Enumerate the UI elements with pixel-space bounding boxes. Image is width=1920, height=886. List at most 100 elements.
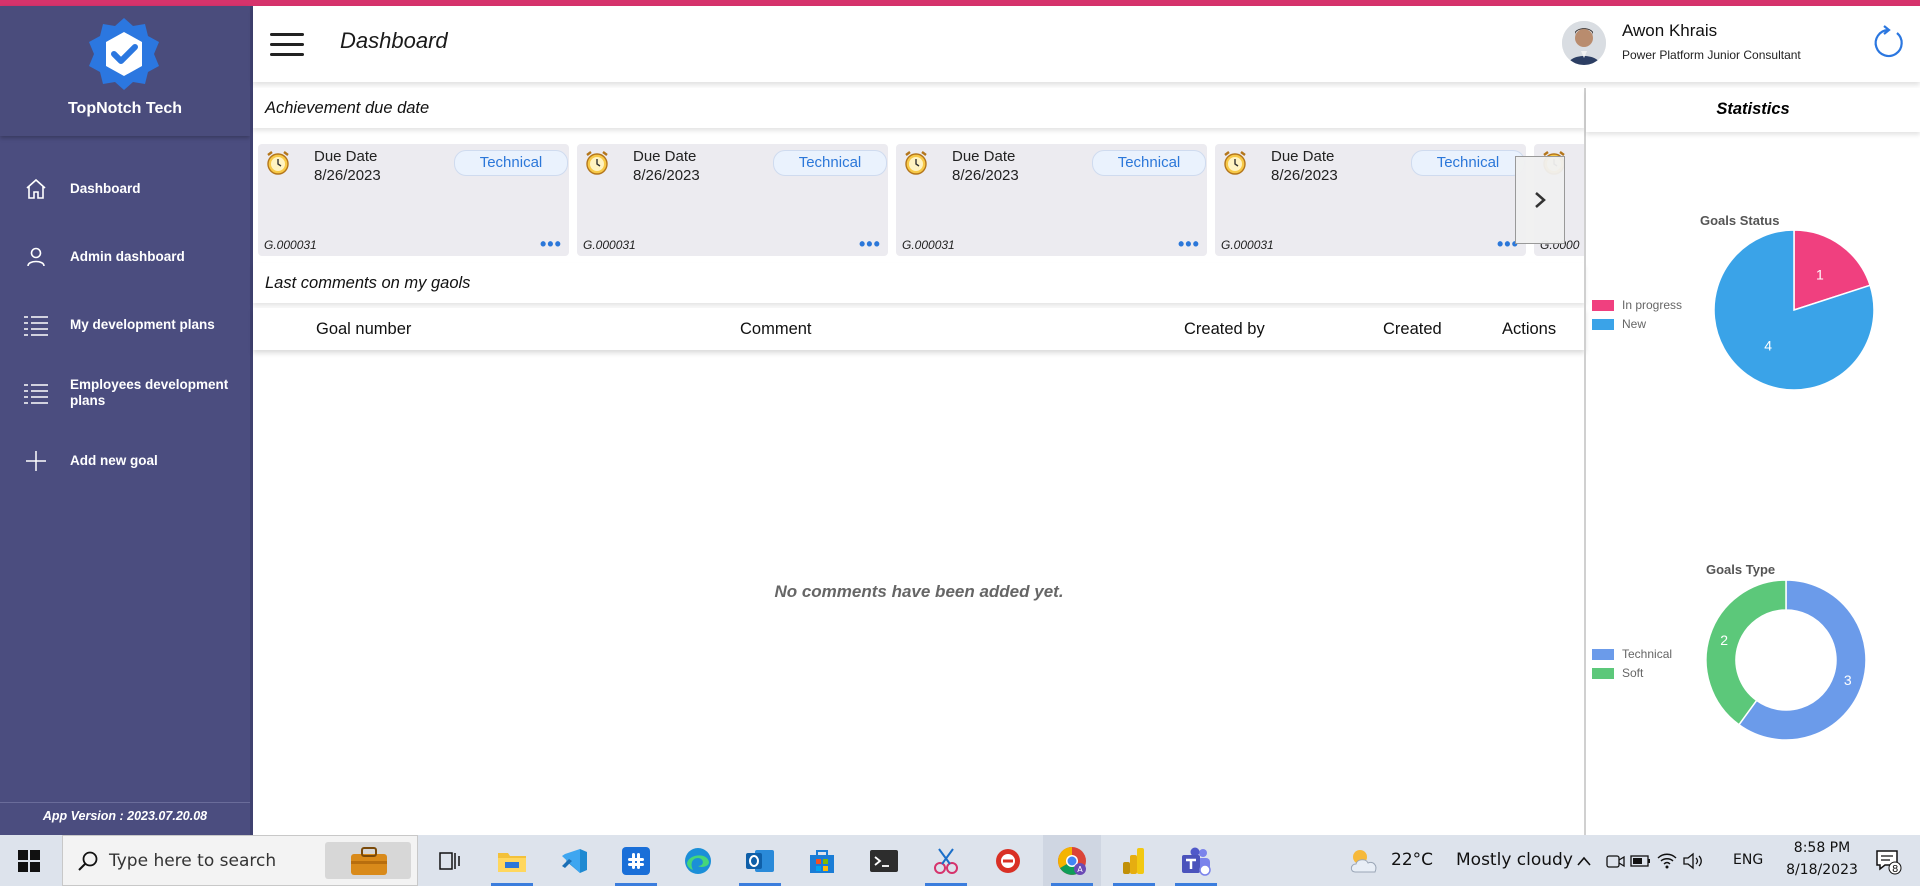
slack-icon[interactable] <box>619 844 653 878</box>
goal-code: G.000031 <box>264 238 317 252</box>
goal-type-badge: Technical <box>1411 150 1525 176</box>
goal-code: G.000031 <box>1221 238 1274 252</box>
legend-swatch <box>1592 648 1614 660</box>
due-date-label: Due Date <box>314 148 378 165</box>
app-logo-icon <box>89 18 159 90</box>
achievement-card[interactable]: Due Date 8/26/2023 Technical G.000031 ••… <box>258 144 569 256</box>
legend-label: In progress <box>1622 298 1683 312</box>
notification-center-icon[interactable]: 8 <box>1871 844 1905 878</box>
app-version: App Version : 2023.07.20.08 <box>0 802 250 836</box>
header: Dashboard Awon Khrais Power Platform Jun… <box>253 6 1920 82</box>
achievement-cards: Due Date 8/26/2023 Technical G.000031 ••… <box>253 140 1585 262</box>
refresh-icon[interactable] <box>1867 24 1905 62</box>
wifi-icon[interactable] <box>1655 844 1679 878</box>
legend-technical: Technical <box>1592 647 1672 661</box>
clock-time[interactable]: 8:58 PM <box>1784 840 1860 856</box>
due-date-value: 8/26/2023 <box>1271 167 1338 184</box>
file-explorer-icon[interactable] <box>495 844 529 878</box>
sidebar-item-add-new-goal[interactable]: Add new goal <box>0 440 250 482</box>
achievement-card[interactable]: Due Date 8/26/2023 Technical G.000031 ••… <box>896 144 1207 256</box>
chart-title-goals-type: Goals Type <box>1706 562 1776 577</box>
more-options-icon[interactable]: ••• <box>859 234 881 255</box>
due-date-value: 8/26/2023 <box>952 167 1019 184</box>
teams-icon[interactable] <box>1179 844 1213 878</box>
app-icon[interactable] <box>991 844 1025 878</box>
sidebar-item-label: Add new goal <box>70 453 158 468</box>
clock-date[interactable]: 8/18/2023 <box>1778 862 1866 878</box>
legend-label: Technical <box>1622 647 1673 661</box>
comments-section-title: Last comments on my gaols <box>253 263 1585 303</box>
notification-count: 8 <box>1892 864 1899 875</box>
due-date-label: Due Date <box>1271 148 1335 165</box>
sidebar-item-admin-dashboard[interactable]: Admin dashboard <box>0 236 250 278</box>
camera-icon[interactable] <box>1603 844 1627 878</box>
achievement-card[interactable]: Due Date 8/26/2023 Technical G.000031 ••… <box>577 144 888 256</box>
svg-text:A: A <box>1077 865 1083 874</box>
briefcase-icon <box>351 847 387 875</box>
legend-label: New <box>1622 317 1647 331</box>
sidebar-item-label: Employees development plans <box>70 377 229 408</box>
weather-cloudy-icon[interactable] <box>1347 844 1381 878</box>
sidebar-item-employees-development-plans[interactable]: Employees development plans <box>0 372 250 414</box>
goal-code: G.000031 <box>583 238 636 252</box>
input-language[interactable]: ENG <box>1733 852 1763 868</box>
column-header-created[interactable]: Created <box>1383 320 1442 339</box>
vscode-icon[interactable] <box>557 844 591 878</box>
home-icon <box>22 175 50 203</box>
volume-icon[interactable] <box>1681 844 1705 878</box>
snipping-tool-icon[interactable] <box>929 844 963 878</box>
terminal-icon[interactable] <box>867 844 901 878</box>
comments-table-header: Goal number Comment Created by Created A… <box>253 308 1585 350</box>
due-date-label: Due Date <box>633 148 697 165</box>
pie-slice-value-label: 2 <box>1720 632 1728 648</box>
list-icon <box>22 311 50 339</box>
statistics-title-text: Statistics <box>1716 100 1790 118</box>
hamburger-menu-icon[interactable] <box>270 33 304 57</box>
column-header-created-by[interactable]: Created by <box>1184 320 1265 339</box>
sidebar-item-label: Dashboard <box>70 181 141 196</box>
search-highlight <box>325 842 411 879</box>
achievements-section-title: Achievement due date <box>253 88 1585 128</box>
chrome-icon[interactable]: A <box>1055 844 1089 878</box>
goal-type-badge: Technical <box>1092 150 1206 176</box>
legend-swatch <box>1592 318 1614 330</box>
task-view-icon[interactable] <box>433 844 467 878</box>
battery-icon[interactable] <box>1629 844 1653 878</box>
outlook-icon[interactable] <box>743 844 777 878</box>
alarm-clock-icon <box>586 151 608 175</box>
app-name: TopNotch Tech <box>67 100 183 117</box>
sidebar-divider <box>250 6 253 835</box>
legend-swatch <box>1592 299 1614 311</box>
weather-temperature[interactable]: 22°C <box>1391 850 1433 870</box>
microsoft-store-icon[interactable] <box>805 844 839 878</box>
taskbar-search-box[interactable]: Type here to search <box>62 835 418 886</box>
goal-code: G.000031 <box>902 238 955 252</box>
more-options-icon[interactable]: ••• <box>540 234 562 255</box>
legend-soft: Soft <box>1592 666 1643 680</box>
edge-browser-icon[interactable] <box>681 844 715 878</box>
weather-condition[interactable]: Mostly cloudy <box>1456 850 1573 870</box>
list-icon <box>22 379 50 407</box>
due-date-value: 8/26/2023 <box>314 167 381 184</box>
column-header-comment[interactable]: Comment <box>740 320 812 339</box>
goal-type-badge: Technical <box>773 150 887 176</box>
achievement-card[interactable]: Due Date 8/26/2023 Technical G.000031 ••… <box>1215 144 1526 256</box>
more-options-icon[interactable]: ••• <box>1178 234 1200 255</box>
column-header-goal-number[interactable]: Goal number <box>316 320 411 339</box>
alarm-clock-icon <box>1224 151 1246 175</box>
statistics-divider <box>1584 88 1586 835</box>
chevron-up-icon[interactable] <box>1572 844 1596 878</box>
goals-type-donut-chart: 32 <box>1705 579 1867 741</box>
pie-slice-soft[interactable] <box>1705 579 1787 726</box>
alarm-clock-icon <box>905 151 927 175</box>
sidebar-item-my-development-plans[interactable]: My development plans <box>0 304 250 346</box>
legend-new: New <box>1592 317 1646 331</box>
statistics-title: Statistics <box>1586 88 1920 132</box>
sidebar-item-dashboard[interactable]: Dashboard <box>0 168 250 210</box>
next-cards-button[interactable] <box>1515 156 1565 244</box>
user-icon <box>22 243 50 271</box>
windows-start-icon[interactable] <box>12 844 46 878</box>
brand-area: TopNotch Tech <box>0 6 250 136</box>
pie-slice-value-label: 3 <box>1844 672 1852 688</box>
power-bi-icon[interactable] <box>1117 844 1151 878</box>
